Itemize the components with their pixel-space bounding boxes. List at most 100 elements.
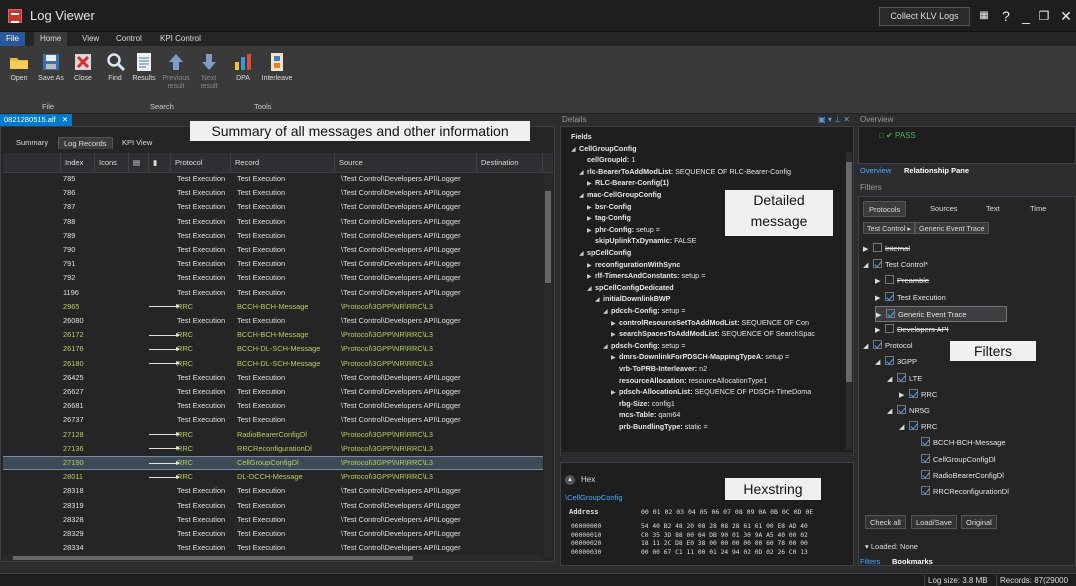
collect-klv-logs-button[interactable]: Collect KLV Logs [879,7,970,26]
tab-bookmarks[interactable]: Bookmarks [892,556,933,567]
table-row[interactable]: 786 Test Execution Test Execution \Test Con… [3,187,543,199]
table-row[interactable]: 28318 Test Execution Test Execution \Test C… [3,485,543,497]
filter-checkbox[interactable] [909,388,918,398]
table-row[interactable]: 787 Test Execution Test Execution \Test Con… [3,201,543,213]
filter-checkbox[interactable] [885,291,894,301]
breadcrumb-test-control[interactable]: Test Control ▸ [863,222,915,234]
detail-tree-node[interactable]: cellGroupId: 1 [579,154,635,165]
filter-checkbox[interactable] [886,308,895,318]
minimize-icon[interactable]: _ [1016,6,1036,26]
table-row[interactable]: 28329 Test Execution Test Execution \Test C… [3,528,543,540]
table-row[interactable]: 28011 RRC DL-DCCH-Message \Protocol\3GPP\NR… [3,471,543,483]
filter-tree-node[interactable]: ◢ 3GPP [875,354,917,370]
expand-toggle-icon[interactable]: ◢ [579,249,587,260]
table-row[interactable]: 26180 RRC BCCH-DL-SCH-Message \Protocol\3GP… [3,358,543,370]
filter-checkbox[interactable] [921,453,930,463]
filter-tree-node[interactable]: CellGroupConfigDl [911,452,996,468]
expand-toggle-icon[interactable]: ◢ [887,404,897,420]
close-file-button[interactable]: Close [72,52,94,83]
expand-toggle-icon[interactable]: ◢ [595,295,603,306]
column-record[interactable]: Record [231,153,335,173]
hex-bytes[interactable]: 00 00 67 C1 11 00 01 24 94 02 0D 02 26 C… [641,549,808,556]
filter-tree-node[interactable]: RadioBearerConfigDl [911,468,1004,484]
detail-tree-node[interactable]: ▶ dmrs-DownlinkForPDSCH-MappingTypeA: set… [611,351,789,362]
expand-toggle-icon[interactable]: ◢ [887,372,897,388]
scroll-thumb[interactable] [846,162,852,382]
tab-time[interactable]: Time [1030,201,1046,217]
table-row[interactable]: 26737 Test Execution Test Execution \Test C… [3,414,543,426]
detail-tree-node[interactable]: ▶ controlResourceSetToAddModList: SEQUENC… [611,317,809,328]
details-horizontal-scrollbar[interactable] [562,452,852,458]
table-row[interactable]: 26627 Test Execution Test Execution \Test C… [3,386,543,398]
column-index[interactable]: Index [61,153,95,173]
table-row[interactable]: 785 Test Execution Test Execution \Test Con… [3,173,543,185]
tab-view[interactable]: View [76,32,105,46]
filter-checkbox[interactable] [897,405,906,414]
column-source[interactable]: Source [335,153,477,173]
expand-toggle-icon[interactable]: ▶ [875,323,885,339]
filter-tree-node[interactable]: ◢ Test Control* [863,257,928,273]
tab-text[interactable]: Text [986,201,1000,217]
column-bookmark[interactable]: ▮ [149,153,171,173]
expand-toggle-icon[interactable]: ◢ [603,342,611,353]
expand-toggle-icon[interactable]: ▶ [863,242,873,258]
expand-toggle-icon[interactable]: ▶ [875,291,885,307]
filter-tree-node[interactable]: ▶ Internal [863,241,910,257]
detail-tree-node[interactable]: ▶ bsr-Config [587,201,631,212]
detail-tree-node[interactable]: ◢ mac-CellGroupConfig [579,189,661,200]
detail-tree-node[interactable]: rbg-Size: config1 [611,398,675,409]
close-window-icon[interactable]: ✕ [1056,6,1076,26]
filter-checkbox[interactable] [885,356,894,366]
filter-tree-node[interactable]: ▶ Test Execution [875,290,946,306]
document-tab[interactable]: 0821280515.alf ✕ [0,114,73,126]
table-row[interactable]: 28319 Test Execution Test Execution \Test C… [3,500,543,512]
filter-checkbox[interactable] [873,340,882,350]
table-row[interactable]: 28328 Test Execution Test Execution \Test C… [3,514,543,526]
filter-tree-node[interactable]: ◢ RRC [899,419,937,435]
expand-toggle-icon[interactable]: ▶ [875,274,885,290]
hex-bytes[interactable]: 54 40 B2 48 20 08 28 08 28 61 61 00 E8 A… [641,523,808,530]
scroll-thumb[interactable] [545,191,551,283]
tab-kpi-view[interactable]: KPI View [117,137,157,149]
detail-tree-node[interactable]: ▶ searchSpacesToAddModList: SEQUENCE OF S… [611,328,815,339]
table-row[interactable]: 2965 RRC BCCH-BCH-Message \Protocol\3GPP\NR… [3,301,543,313]
next-result-button[interactable]: Next result [196,52,222,91]
grid-vertical-scrollbar[interactable] [544,173,552,557]
hex-bytes[interactable]: C0 35 3D 88 00 04 DB 90 01 30 9A A5 40 0… [641,532,808,539]
tab-file[interactable]: File [0,32,25,46]
table-row[interactable]: 28334 Test Execution Test Execution \Test C… [3,542,543,554]
detail-tree-node[interactable]: ◢ CellGroupConfig [571,143,637,154]
breadcrumb-generic-event-trace[interactable]: Generic Event Trace [915,222,989,234]
detail-tree-node[interactable]: ◢ rlc-BearerToAddModList: SEQUENCE OF RLC… [579,166,791,177]
detail-tree-node[interactable]: ▶ reconfigurationWithSync [587,259,680,270]
column-comment[interactable]: ▤ [129,153,149,173]
filter-tree-node[interactable]: ▶ Preamble [875,273,929,289]
table-row[interactable]: 791 Test Execution Test Execution \Test Con… [3,258,543,270]
details-vertical-scrollbar[interactable] [846,152,852,450]
detail-tree-node[interactable]: ▶ RLC-Bearer-Config(1) [587,177,669,188]
tab-sources[interactable]: Sources [930,201,958,217]
detail-tree-node[interactable]: skipUplinkTxDynamic: FALSE [587,235,696,246]
tab-home[interactable]: Home [34,32,68,46]
tab-control[interactable]: Control [110,32,148,46]
table-row[interactable]: 1196 Test Execution Test Execution \Test Co… [3,287,543,299]
expand-toggle-icon[interactable]: ◢ [579,168,587,179]
table-row[interactable]: 26425 Test Execution Test Execution \Test C… [3,372,543,384]
expand-toggle-icon[interactable]: ◢ [571,145,579,156]
filter-checkbox[interactable] [873,243,882,252]
detail-tree-node[interactable]: ◢ spCellConfig [579,247,631,258]
filter-checkbox[interactable] [885,275,894,285]
help-icon[interactable]: ? [996,6,1016,26]
filter-tree-node[interactable]: ▶ Developers API [875,322,949,338]
filter-checkbox[interactable] [897,372,906,382]
detail-tree-node[interactable]: ▶ pdsch-AllocationList: SEQUENCE OF PDSCH… [611,386,811,397]
save-as-button[interactable]: Save As [38,52,64,83]
table-row[interactable]: 788 Test Execution Test Execution \Test Con… [3,216,543,228]
table-row[interactable]: 27190 RRC CellGroupConfigDl \Protocol\3GPP\… [3,455,543,471]
tab-filters[interactable]: Filters [860,556,880,567]
table-row[interactable]: 26080 Test Execution Test Execution \Test C… [3,315,543,327]
filter-tree-node[interactable]: ◢ Protocol [863,338,913,354]
hex-collapse-icon[interactable]: ▲ [565,475,575,485]
tab-summary[interactable]: Summary [11,137,53,149]
detail-tree-node[interactable]: resourceAllocation: resourceAllocationTy… [611,375,767,386]
